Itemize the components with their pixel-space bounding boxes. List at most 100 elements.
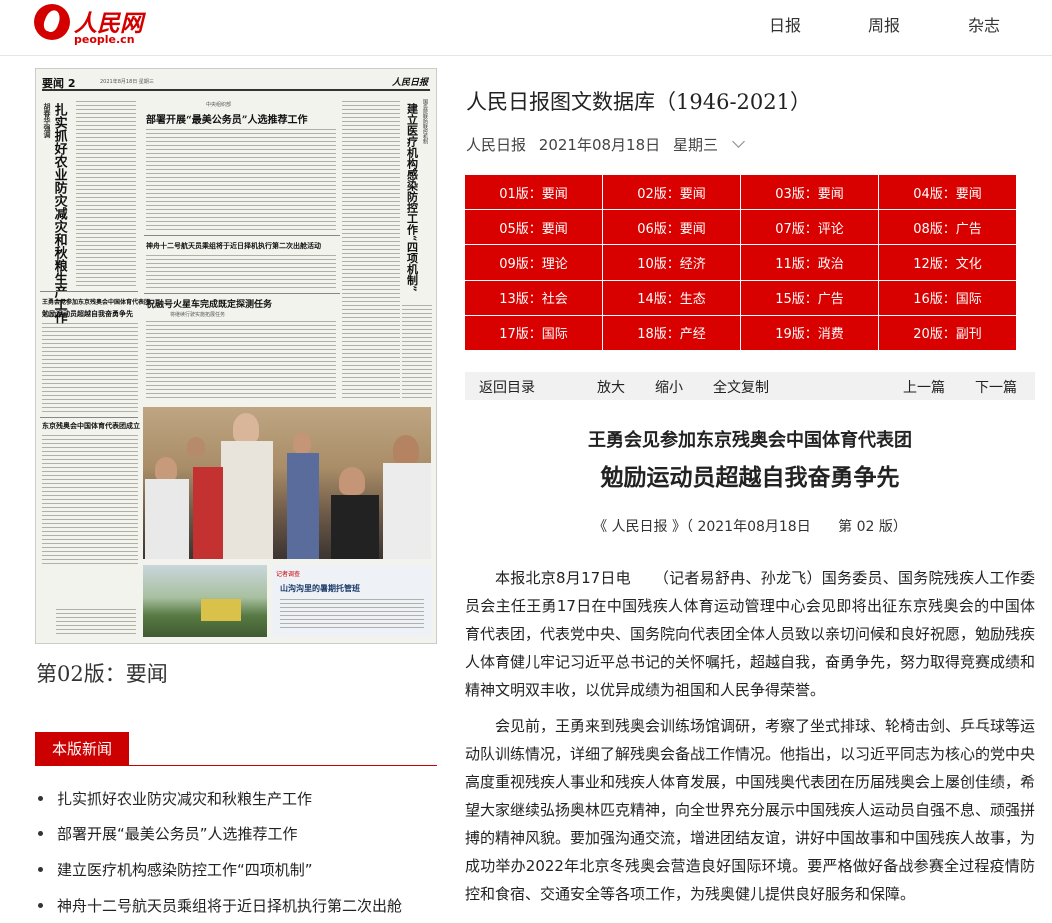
nav-weekly[interactable]: 周报 [868,12,900,36]
paper-header: 要闻 2 2021年8月18日 星期三 人民日报 [42,75,430,91]
edition-link[interactable]: 02版：要闻 [603,175,740,210]
newspaper-page-thumbnail[interactable]: 要闻 2 2021年8月18日 星期三 人民日报 胡春华强调 扎实抓好农业防灾减… [35,68,437,644]
paper-divider [40,291,138,292]
nav-magazine[interactable]: 杂志 [968,12,1000,36]
bullet-icon [38,795,43,801]
edition-link[interactable]: 13版：社会 [465,280,602,315]
article-meta: 《 人民日报 》（ 2021年08月18日 第 02 版） [465,516,1035,536]
article-paragraph: 本报北京8月17日电 （记者易舒冉、孙龙飞）国务委员、国务院残疾人工作委员会主任… [465,569,1036,699]
news-link[interactable]: 部署开展“最美公务员”人选推荐工作 [57,825,298,843]
news-link[interactable]: 神舟十二号航天员乘组将于近日择机执行第二次出舱 [57,897,402,915]
edition-link[interactable]: 06版：要闻 [603,210,740,245]
list-item[interactable]: 扎实抓好农业防灾减灾和秋粮生产工作 [38,788,312,812]
photo-figure [293,433,311,453]
photo-building [201,599,241,621]
paper-headline-3[interactable]: 祝融号火星车完成既定探测任务 [146,297,272,310]
paper-headline-3-sub: 将继续行驶实施拓展任务 [170,312,226,318]
zoom-out-button[interactable]: 缩小 [655,377,683,397]
photo-figure [287,453,319,559]
list-item[interactable]: 部署开展“最美公务员”人选推荐工作 [38,823,298,847]
edition-grid: 01版：要闻 02版：要闻 03版：要闻 04版：要闻 05版：要闻 06版：要… [465,175,1016,350]
logo-domain: people.cn [74,33,135,46]
photo-figure [221,441,273,559]
tab-page-news[interactable]: 本版新闻 [35,732,129,766]
edition-link[interactable]: 09版：理论 [465,245,602,280]
paper-headline-right[interactable]: 建立医疗机构感染防控工作“四项机制” [406,103,419,303]
edition-link[interactable]: 07版：评论 [741,210,878,245]
photo-figure [155,457,177,481]
paper-text-block [146,255,336,291]
article-title: 勉励运动员超越自我奋勇争先 [600,465,900,491]
edition-link[interactable]: 17版：国际 [465,315,602,350]
edition-link[interactable]: 19版：消费 [741,315,878,350]
back-to-index-button[interactable]: 返回目录 [479,377,535,397]
nav-daily[interactable]: 日报 [769,12,801,36]
people-logo[interactable]: 人民网 people.cn [34,4,144,48]
bullet-icon [38,866,43,872]
paper-text-block [342,101,400,401]
chevron-down-icon[interactable] [732,135,745,148]
paper-divider [144,235,340,236]
paper-name: 人民日报 [466,136,527,154]
paper-headline-1[interactable]: 部署开展“最美公务员”人选推荐工作 [146,111,308,126]
news-link[interactable]: 建立医疗机构感染防控工作“四项机制” [57,861,313,879]
edition-link[interactable]: 01版：要闻 [465,175,602,210]
paper-divider [144,293,340,294]
edition-link[interactable]: 04版：要闻 [879,175,1016,210]
paper-text-block [146,129,336,231]
news-link[interactable]: 扎实抓好农业防灾减灾和秋粮生产工作 [57,790,312,808]
paper-text-block [402,305,432,401]
paper-text-block [42,435,138,565]
paper-headline-2[interactable]: 神舟十二号航天员乘组将于近日择机执行第二次出舱活动 [146,241,321,251]
paper-headline-4[interactable]: 勉励运动员超越自我奋勇争先 [42,309,133,319]
article-subtitle: 王勇会见参加东京残奥会中国体育代表团 [588,430,912,451]
edition-link[interactable]: 05版：要闻 [465,210,602,245]
paper-box-title: 山沟沟里的暑期托管班 [280,583,360,593]
article-page: 第 02 版） [838,519,907,535]
paper-photo-village[interactable] [143,565,267,637]
edition-link[interactable]: 16版：国际 [879,280,1016,315]
photo-figure [193,467,223,559]
paper-author: 胡春华强调 [43,103,51,138]
zoom-in-button[interactable]: 放大 [597,377,625,397]
date-selector[interactable]: 人民日报 2021年08月18日 星期三 [466,134,745,155]
paper-feature-box[interactable]: 记者调查 山沟沟里的暑期托管班 [272,565,432,637]
paper-section: 要闻 2 [42,77,76,90]
photo-figure [339,467,365,495]
bullet-icon [38,902,43,908]
paper-box-tag: 记者调查 [276,571,301,578]
list-item[interactable]: 神舟十二号航天员乘组将于近日择机执行第二次出舱 [38,895,402,919]
article-toolbar: 返回目录 放大 缩小 全文复制 上一篇 下一篇 [465,372,1035,400]
paper-masthead: 人民日报 [391,78,428,88]
issue-weekday: 星期三 [672,136,718,154]
edition-link[interactable]: 10版：经济 [603,245,740,280]
edition-link[interactable]: 12版：文化 [879,245,1016,280]
paper-headline-5[interactable]: 东京残奥会中国体育代表团成立 [42,421,140,431]
list-item[interactable]: 建立医疗机构感染防控工作“四项机制” [38,859,313,883]
article-paragraph: 会见前，王勇来到残奥会训练场馆调研，考察了坐式排球、轮椅击剑、乒乓球等运动队训练… [465,717,1036,903]
paper-text-block [146,321,336,401]
paper-text-block [56,609,136,637]
paper-text-block [42,323,138,415]
section-tab-bar: 本版新闻 [35,732,437,766]
bullet-icon [38,830,43,836]
people-logo-icon [34,4,70,40]
edition-link[interactable]: 15版：广告 [741,280,878,315]
edition-link[interactable]: 14版：生态 [603,280,740,315]
paper-photo-children[interactable] [143,407,431,559]
paper-date: 2021年8月18日 星期三 [100,79,154,85]
top-bar: 人民网 people.cn 日报 周报 杂志 [0,0,1052,56]
edition-link[interactable]: 18版：产经 [603,315,740,350]
prev-article-button[interactable]: 上一篇 [903,377,945,397]
copy-full-text-button[interactable]: 全文复制 [713,377,769,397]
photo-figure [383,463,431,559]
edition-link[interactable]: 11版：政治 [741,245,878,280]
edition-link[interactable]: 08版：广告 [879,210,1016,245]
page-title: 第02版：要闻 [36,662,168,686]
edition-link[interactable]: 20版：副刊 [879,315,1016,350]
edition-link[interactable]: 03版：要闻 [741,175,878,210]
paper-headline-org: 中央组织部 [206,102,232,108]
article-source: 《 人民日报 》（ 2021年08月18日 [593,519,811,535]
article-body: 本报北京8月17日电 （记者易舒冉、孙龙飞）国务委员、国务院残疾人工作委员会主任… [465,564,1035,916]
next-article-button[interactable]: 下一篇 [975,377,1017,397]
